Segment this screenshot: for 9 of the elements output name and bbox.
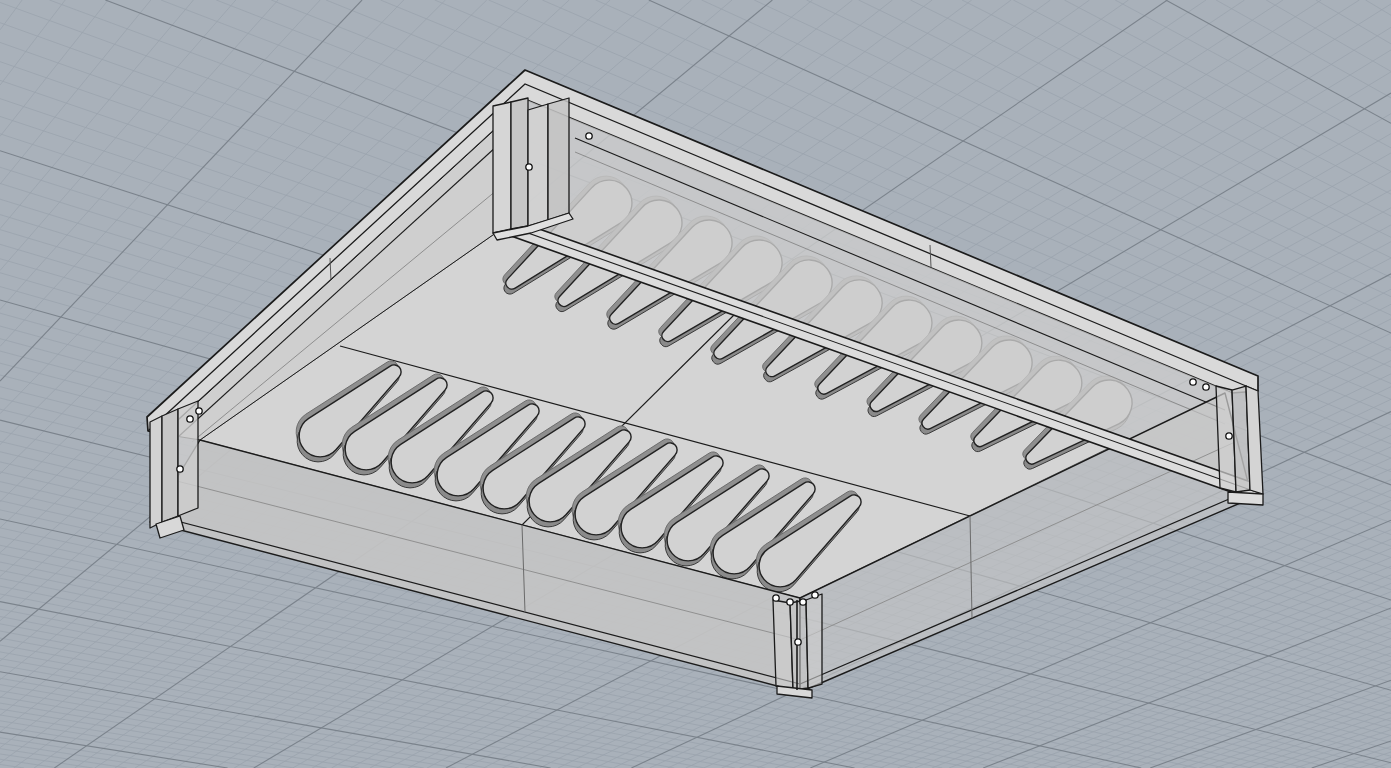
control-point-icon [176, 465, 184, 473]
control-point-icon [1202, 383, 1210, 391]
control-point-icon [811, 591, 819, 599]
control-point-icon [525, 163, 533, 171]
control-point-icon [1225, 432, 1233, 440]
control-point-icon [1189, 378, 1197, 386]
control-point-icon [772, 594, 780, 602]
control-point-icon [786, 598, 794, 606]
control-point-icon [585, 132, 593, 140]
